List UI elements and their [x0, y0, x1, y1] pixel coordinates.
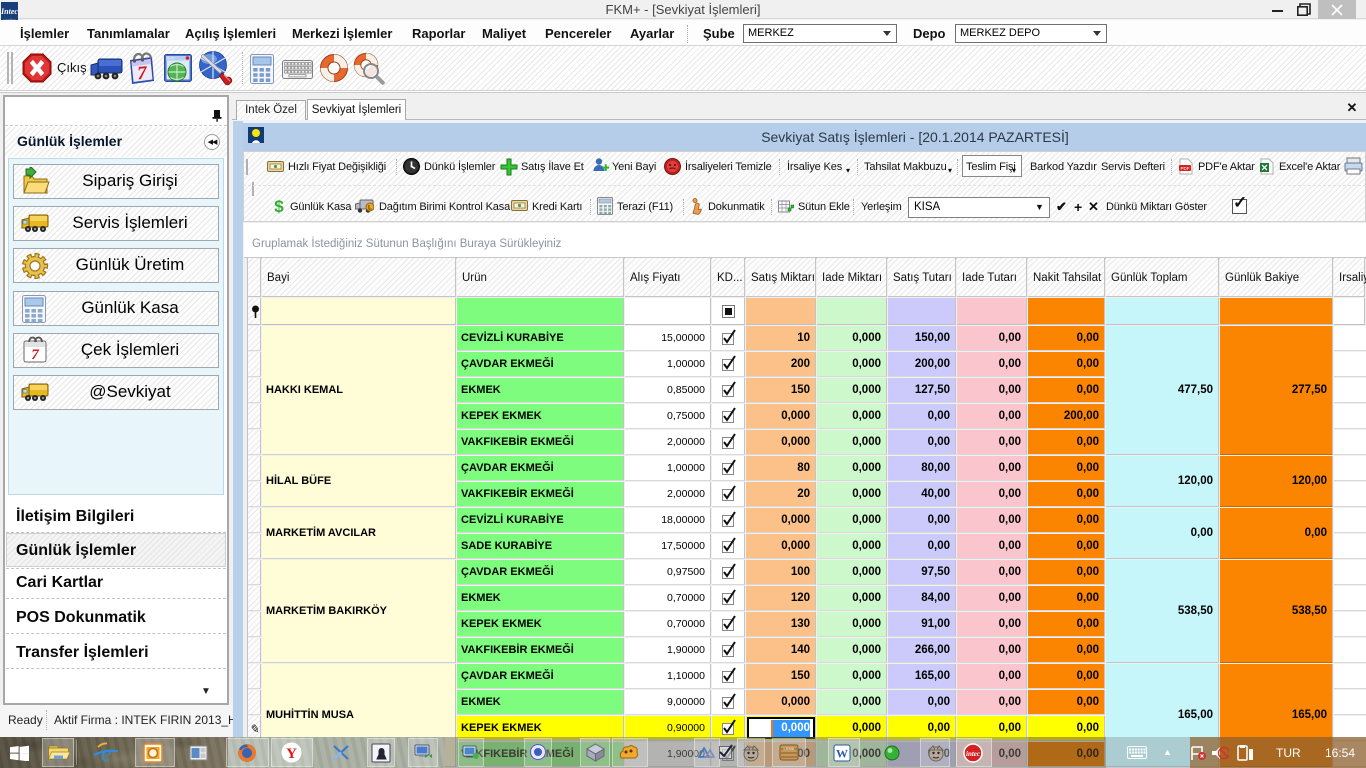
svg-text:Y: Y — [286, 746, 297, 762]
svg-text:PDF: PDF — [1181, 166, 1190, 171]
svg-text:W: W — [836, 747, 848, 761]
svg-text:7: 7 — [31, 347, 39, 363]
svg-text:L: L — [368, 205, 372, 212]
svg-text:Intec: Intec — [1, 7, 18, 16]
svg-text:LKMA: LKMA — [784, 746, 795, 751]
svg-text:$: $ — [274, 197, 284, 215]
svg-text:intec: intec — [966, 750, 980, 758]
